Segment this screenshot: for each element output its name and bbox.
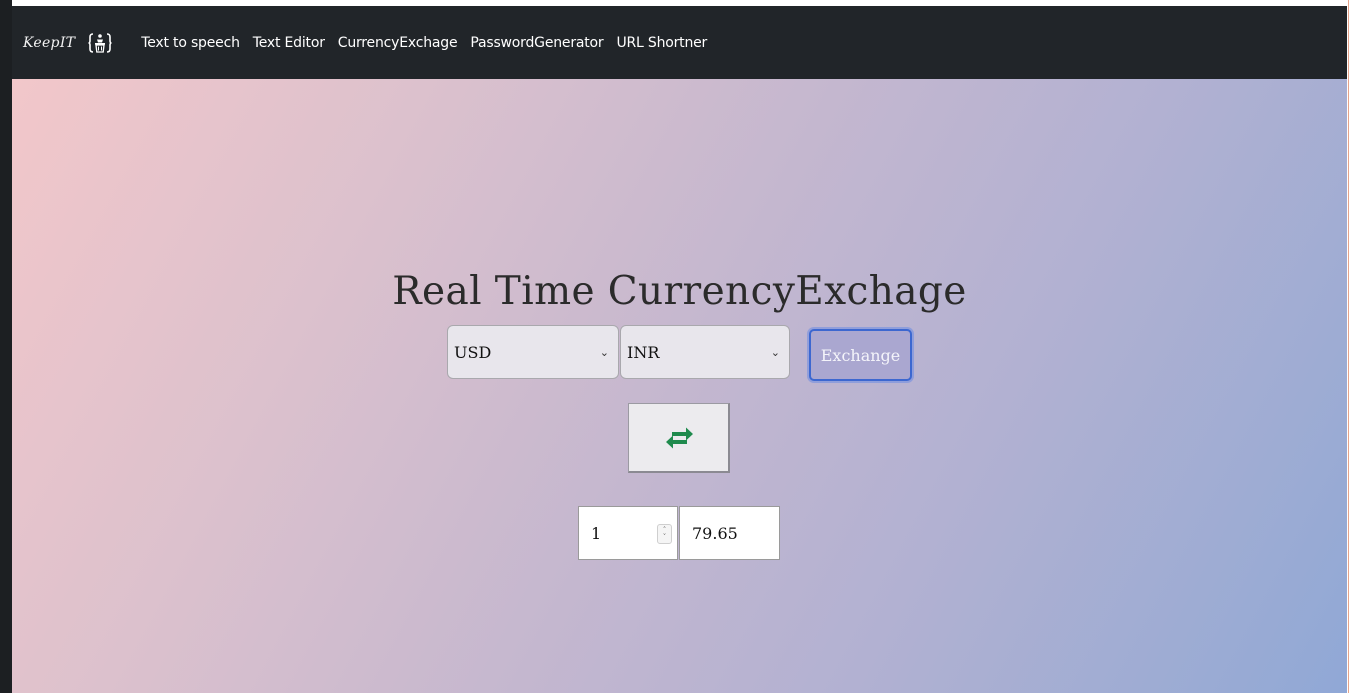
from-currency-value: USD <box>454 342 492 362</box>
chevron-down-icon: ⌄ <box>770 345 780 359</box>
amount-spinner[interactable]: ˄ ˅ <box>657 524 672 544</box>
page: KeepIT Text to speech Text Editor Curren… <box>12 6 1347 693</box>
nav-link-text-editor[interactable]: Text Editor <box>253 35 325 51</box>
converted-amount-value: 79.65 <box>692 523 738 543</box>
browser-viewport: KeepIT Text to speech Text Editor Curren… <box>0 0 1352 693</box>
scrollbar-track[interactable] <box>1348 0 1352 693</box>
nav-link-currency-exchange[interactable]: CurrencyExchage <box>338 35 458 51</box>
nav-link-password-generator[interactable]: PasswordGenerator <box>470 35 603 51</box>
amount-input[interactable]: 1 ˄ ˅ <box>578 506 678 560</box>
exchange-button[interactable]: Exchange <box>809 329 912 381</box>
to-currency-select[interactable]: INR ⌄ <box>620 325 790 379</box>
converted-amount-output: 79.65 <box>679 506 780 560</box>
navbar: KeepIT Text to speech Text Editor Curren… <box>12 6 1347 79</box>
chevron-down-icon: ⌄ <box>599 345 609 359</box>
nav-link-text-to-speech[interactable]: Text to speech <box>141 35 240 51</box>
to-currency-value: INR <box>627 342 660 362</box>
brand-name[interactable]: KeepIT <box>23 35 75 51</box>
nav-link-url-shortener[interactable]: URL Shortner <box>616 35 707 51</box>
brand[interactable]: KeepIT <box>23 23 113 63</box>
window-left-edge <box>0 0 12 693</box>
spinner-down-icon[interactable]: ˅ <box>663 534 667 541</box>
from-currency-select[interactable]: USD ⌄ <box>447 325 619 379</box>
swap-currencies-button[interactable] <box>628 403 730 473</box>
currency-exchange-section: Real Time CurrencyExchage USD ⌄ INR ⌄ Ex… <box>12 79 1347 693</box>
swap-arrows-icon <box>665 427 693 448</box>
page-title: Real Time CurrencyExchage <box>392 269 967 314</box>
amount-value: 1 <box>591 523 602 543</box>
person-bin-icon[interactable] <box>87 30 113 56</box>
